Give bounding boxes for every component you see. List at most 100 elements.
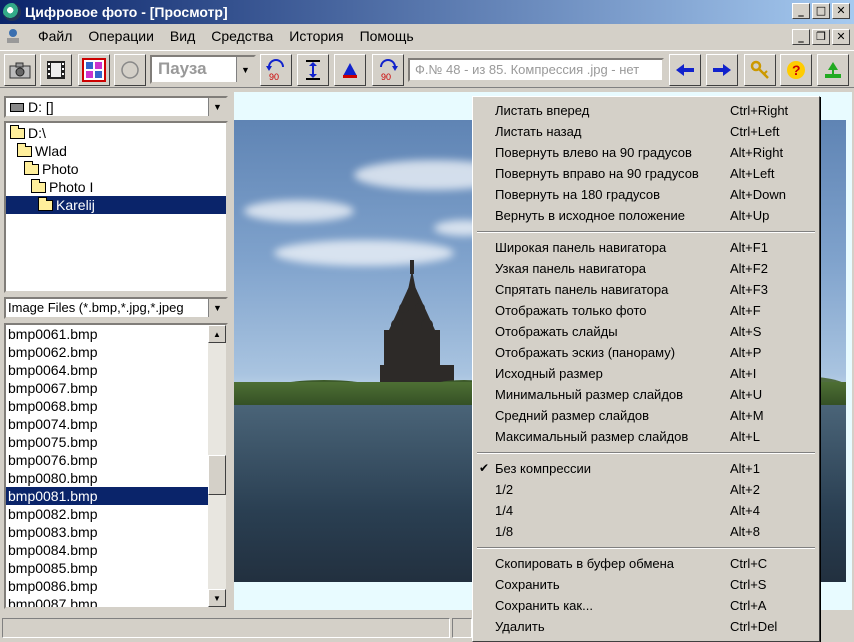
- menu-file[interactable]: Файл: [30, 26, 80, 46]
- mdi-restore-button[interactable]: ❐: [812, 29, 830, 45]
- key-button[interactable]: [744, 54, 776, 86]
- file-list-item[interactable]: bmp0068.bmp: [6, 397, 208, 415]
- context-menu-item[interactable]: Листать назад Ctrl+Left: [475, 121, 817, 142]
- context-menu-item[interactable]: Спрятать панель навигатора Alt+F3: [475, 279, 817, 300]
- pause-select[interactable]: Пауза ▼: [150, 55, 256, 84]
- tree-item[interactable]: Karelij: [6, 196, 226, 214]
- file-list-item[interactable]: bmp0061.bmp: [6, 325, 208, 343]
- maximize-button[interactable]: □: [812, 3, 830, 19]
- camera-button[interactable]: [4, 54, 36, 86]
- context-menu-item-shortcut: Ctrl+C: [730, 556, 768, 571]
- context-menu-item[interactable]: 1/8 Alt+8: [475, 521, 817, 542]
- close-button[interactable]: ✕: [832, 3, 850, 19]
- context-menu-item[interactable]: Отображать эскиз (панораму) Alt+P: [475, 342, 817, 363]
- mdi-close-button[interactable]: ✕: [832, 29, 850, 45]
- context-menu-item[interactable]: Скопировать в буфер обмена Ctrl+C: [475, 553, 817, 574]
- tree-item[interactable]: Photo: [6, 160, 226, 178]
- exit-button[interactable]: [817, 54, 849, 86]
- context-menu-item-label: Сохранить как...: [495, 598, 593, 613]
- context-menu-item[interactable]: Повернуть на 180 градусов Alt+Down: [475, 184, 817, 205]
- context-menu-item[interactable]: Исходный размер Alt+I: [475, 363, 817, 384]
- scroll-up-button[interactable]: ▲: [208, 325, 226, 343]
- tree-item[interactable]: Wlad: [6, 142, 226, 160]
- context-menu-item[interactable]: Широкая панель навигатора Alt+F1: [475, 237, 817, 258]
- film-button[interactable]: [40, 54, 72, 86]
- thumbnails-button[interactable]: [78, 54, 110, 86]
- context-menu-item-label: 1/4: [495, 503, 514, 518]
- file-list-item[interactable]: bmp0081.bmp: [6, 487, 208, 505]
- flip-button[interactable]: [334, 54, 366, 86]
- context-menu-item[interactable]: 1/4 Alt+4: [475, 500, 817, 521]
- context-menu-item[interactable]: Сохранить как... Ctrl+A: [475, 595, 817, 616]
- context-menu-item[interactable]: Средний размер слайдов Alt+M: [475, 405, 817, 426]
- context-menu-item[interactable]: Сохранить Ctrl+S: [475, 574, 817, 595]
- file-type-select[interactable]: Image Files (*.bmp,*.jpg,*.jpeg ▼: [4, 297, 228, 319]
- file-list-item[interactable]: bmp0083.bmp: [6, 523, 208, 541]
- scroll-thumb[interactable]: [208, 455, 226, 495]
- rotate-right-button[interactable]: 90: [372, 54, 404, 86]
- menu-view[interactable]: Вид: [162, 26, 203, 46]
- pause-select-value: Пауза: [158, 59, 207, 78]
- menu-separator: [477, 231, 815, 233]
- drive-select[interactable]: D: [] ▼: [4, 96, 228, 118]
- rotate-left-button[interactable]: 90: [260, 54, 292, 86]
- previous-button[interactable]: [669, 54, 701, 86]
- slideshow-button[interactable]: [114, 54, 146, 86]
- tree-item-label: D:\: [28, 125, 46, 141]
- fit-height-button[interactable]: [297, 54, 329, 86]
- grid-icon: [82, 58, 106, 82]
- context-menu-item[interactable]: Повернуть вправо на 90 градусов Alt+Left: [475, 163, 817, 184]
- mdi-minimize-button[interactable]: _: [792, 29, 810, 45]
- context-menu-item[interactable]: Узкая панель навигатора Alt+F2: [475, 258, 817, 279]
- folder-icon: [17, 142, 32, 157]
- app-icon[interactable]: [3, 3, 21, 21]
- next-button[interactable]: [706, 54, 738, 86]
- context-menu-item[interactable]: Минимальный размер слайдов Alt+U: [475, 384, 817, 405]
- menu-help[interactable]: Помощь: [352, 26, 422, 46]
- chevron-down-icon[interactable]: ▼: [208, 299, 226, 317]
- context-menu-item[interactable]: 1/2 Alt+2: [475, 479, 817, 500]
- context-menu-item[interactable]: ✔ Без компрессии Alt+1: [475, 458, 817, 479]
- minimize-button[interactable]: _: [792, 3, 810, 19]
- context-menu-item[interactable]: Вернуть в исходное положение Alt+Up: [475, 205, 817, 226]
- menu-operations[interactable]: Операции: [80, 26, 162, 46]
- context-menu-item[interactable]: Повернуть влево на 90 градусов Alt+Right: [475, 142, 817, 163]
- context-menu-item-shortcut: Alt+M: [730, 408, 764, 423]
- context-menu-item[interactable]: Отображать слайды Alt+S: [475, 321, 817, 342]
- file-list-item[interactable]: bmp0087.bmp: [6, 595, 208, 607]
- menu-tools[interactable]: Средства: [203, 26, 281, 46]
- file-list-item[interactable]: bmp0086.bmp: [6, 577, 208, 595]
- chevron-down-icon[interactable]: ▼: [236, 57, 254, 82]
- file-list-scrollbar[interactable]: ▲ ▼: [208, 325, 226, 607]
- document-icon[interactable]: [6, 27, 20, 45]
- context-menu-item-label: Минимальный размер слайдов: [495, 387, 684, 402]
- chevron-down-icon[interactable]: ▼: [208, 98, 226, 116]
- help-button[interactable]: ?: [780, 54, 812, 86]
- folder-tree[interactable]: D:\ Wlad Photo Photo I Karelij: [4, 121, 228, 293]
- file-list-item[interactable]: bmp0082.bmp: [6, 505, 208, 523]
- triangle-up-icon: [343, 63, 357, 78]
- file-list-item[interactable]: bmp0080.bmp: [6, 469, 208, 487]
- menu-history[interactable]: История: [281, 26, 351, 46]
- file-list[interactable]: bmp0061.bmp bmp0062.bmp bmp0064.bmp bmp0067…: [4, 323, 228, 609]
- file-list-item[interactable]: bmp0074.bmp: [6, 415, 208, 433]
- file-list-item[interactable]: bmp0084.bmp: [6, 541, 208, 559]
- context-menu-item-shortcut: Alt+F2: [730, 261, 768, 276]
- context-menu-item-shortcut: Alt+F: [730, 303, 761, 318]
- file-list-item[interactable]: bmp0075.bmp: [6, 433, 208, 451]
- file-list-item[interactable]: bmp0076.bmp: [6, 451, 208, 469]
- context-menu-item[interactable]: Листать вперед Ctrl+Right: [475, 100, 817, 121]
- context-menu-item-label: Отображать эскиз (панораму): [495, 345, 676, 360]
- file-list-item[interactable]: bmp0085.bmp: [6, 559, 208, 577]
- tree-item[interactable]: D:\: [6, 124, 226, 142]
- context-menu-item[interactable]: Максимальный размер слайдов Alt+L: [475, 426, 817, 447]
- file-list-item[interactable]: bmp0062.bmp: [6, 343, 208, 361]
- context-menu-item[interactable]: Отображать только фото Alt+F: [475, 300, 817, 321]
- context-menu-item-shortcut: Alt+2: [730, 482, 760, 497]
- tree-item-label: Wlad: [35, 143, 67, 159]
- scroll-down-button[interactable]: ▼: [208, 589, 226, 607]
- context-menu-item-shortcut: Alt+U: [730, 387, 763, 402]
- tree-item[interactable]: Photo I: [6, 178, 226, 196]
- file-list-item[interactable]: bmp0067.bmp: [6, 379, 208, 397]
- file-list-item[interactable]: bmp0064.bmp: [6, 361, 208, 379]
